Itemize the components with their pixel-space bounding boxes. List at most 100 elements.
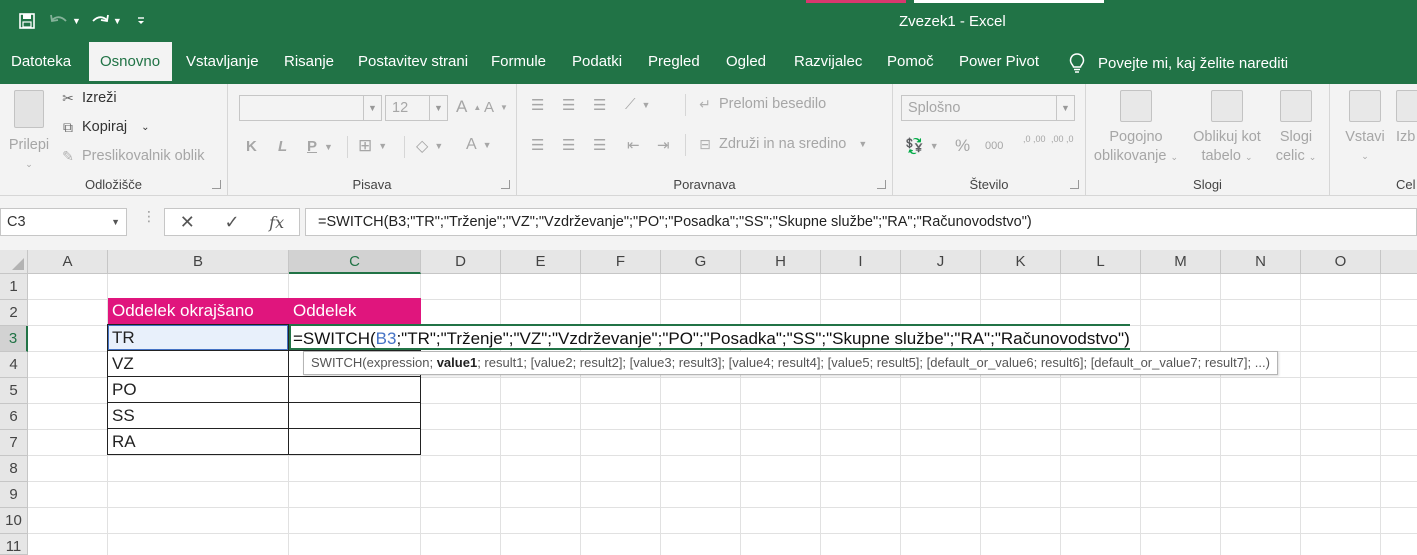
tab-postavitev-strani[interactable]: Postavitev strani (347, 42, 479, 84)
increase-indent-icon[interactable]: ⇥ (657, 136, 670, 154)
align-center-icon[interactable]: ☰ (562, 136, 575, 154)
cell-c3-editor[interactable]: =SWITCH(B3;"TR";"Trženje";"VZ";"Vzdrževa… (289, 324, 1130, 350)
cell-styles-button[interactable]: Slogi celic ⌄ (1268, 90, 1324, 167)
increase-decimal-button[interactable]: ,0 ,00 (1023, 135, 1047, 144)
percent-button[interactable]: % (955, 136, 970, 156)
format-as-table-label-1: Oblikuj kot (1193, 129, 1261, 145)
redo-dropdown-icon[interactable]: ▼ (113, 16, 122, 26)
decrease-decimal-button[interactable]: ,00 ,0 (1051, 135, 1075, 144)
column-header-a[interactable]: A (28, 250, 108, 274)
grow-font-icon[interactable]: A ▲ (456, 97, 481, 117)
cell-b2[interactable]: Oddelek okrajšano (108, 298, 289, 324)
scissors-icon: ✂ (62, 90, 74, 106)
align-middle-icon[interactable]: ☰ (562, 96, 575, 114)
column-header-l[interactable]: L (1061, 250, 1141, 274)
tab-pregled[interactable]: Pregled (637, 42, 711, 84)
delete-cells-button[interactable]: Izb (1396, 90, 1417, 147)
align-left-icon[interactable]: ☰ (531, 136, 544, 154)
bold-button[interactable]: K (246, 138, 257, 155)
column-header-h[interactable]: H (741, 250, 821, 274)
cell-b6[interactable]: SS (107, 402, 289, 429)
borders-icon[interactable]: ⊞ ▼ (358, 136, 387, 156)
tab-podatki[interactable]: Podatki (561, 42, 633, 84)
column-header-g[interactable]: G (661, 250, 741, 274)
select-all-button[interactable] (0, 250, 28, 274)
tab-pomoc[interactable]: Pomoč (876, 42, 945, 84)
tab-datoteka[interactable]: Datoteka (0, 42, 82, 84)
chevron-down-icon: ▼ (1056, 96, 1074, 120)
cut-button[interactable]: ✂ Izreži (60, 90, 117, 106)
shrink-font-icon[interactable]: A ▼ (484, 99, 508, 116)
align-bottom-icon[interactable]: ☰ (593, 96, 606, 114)
font-size-combo[interactable]: 12 ▼ (385, 95, 448, 121)
tab-formule[interactable]: Formule (480, 42, 557, 84)
cell-c7[interactable] (288, 428, 421, 455)
insert-function-icon[interactable]: fx (263, 213, 291, 232)
copy-dropdown-icon[interactable]: ⌄ (141, 122, 149, 133)
fill-color-icon[interactable]: ◇ ▼ (416, 136, 443, 156)
tab-power-pivot[interactable]: Power Pivot (948, 42, 1050, 84)
column-header-b[interactable]: B (108, 250, 289, 274)
clipboard-launcher-icon[interactable] (212, 180, 221, 189)
column-header-p-partial[interactable] (1381, 250, 1417, 274)
thousands-button[interactable]: 000 (985, 140, 1003, 152)
cell-b4[interactable]: VZ (107, 350, 289, 377)
format-as-table-icon (1211, 90, 1243, 122)
cancel-icon[interactable]: ✕ (173, 212, 201, 233)
align-right-icon[interactable]: ☰ (593, 136, 606, 154)
paste-button[interactable]: Prilepi ⌄ (6, 90, 52, 174)
font-name-combo[interactable]: ▼ (239, 95, 382, 121)
undo-icon[interactable] (46, 8, 72, 34)
tab-vstavljanje[interactable]: Vstavljanje (175, 42, 270, 84)
font-color-icon[interactable]: A ▼ (466, 136, 492, 154)
tab-razvijalec[interactable]: Razvijalec (783, 42, 873, 84)
italic-button[interactable]: L (278, 138, 287, 155)
alignment-launcher-icon[interactable] (877, 180, 886, 189)
column-header-o[interactable]: O (1301, 250, 1381, 274)
underline-button[interactable]: P (307, 138, 317, 155)
decrease-indent-icon[interactable]: ⇤ (627, 136, 640, 154)
enter-icon[interactable]: ✓ (218, 212, 246, 233)
copy-button[interactable]: ⧉ Kopiraj ⌄ (60, 119, 150, 135)
tell-me-search[interactable]: Povejte mi, kaj želite narediti (1068, 42, 1288, 84)
insert-cells-button[interactable]: Vstavi ⌄ (1340, 90, 1390, 166)
underline-dropdown-icon[interactable]: ▼ (324, 142, 333, 152)
wrap-text-button[interactable]: ↵ Prelomi besedilo (697, 96, 826, 112)
formula-bar-grip-icon[interactable]: ⋮ (142, 209, 156, 223)
formula-input[interactable]: =SWITCH(B3;"TR";"Trženje";"VZ";"Vzdrževa… (305, 208, 1417, 236)
column-header-e[interactable]: E (501, 250, 581, 274)
tab-ogled[interactable]: Ogled (715, 42, 777, 84)
function-signature-tooltip[interactable]: SWITCH(expression; value1; result1; [val… (303, 351, 1278, 375)
accounting-format-icon[interactable]: 💱 ▼ (905, 137, 939, 155)
orientation-icon[interactable]: ⟋ ▼ (625, 96, 650, 113)
column-header-k[interactable]: K (981, 250, 1061, 274)
name-box[interactable]: C3 ▼ (0, 208, 127, 236)
tab-osnovno[interactable]: Osnovno (89, 42, 172, 84)
column-header-d[interactable]: D (421, 250, 501, 274)
tab-risanje[interactable]: Risanje (273, 42, 345, 84)
customize-qat-icon[interactable] (128, 8, 154, 34)
align-top-icon[interactable]: ☰ (531, 96, 544, 114)
merge-center-button[interactable]: ⊟ Združi in na sredino ▼ (697, 136, 867, 152)
format-as-table-button[interactable]: Oblikuj kot tabelo ⌄ (1188, 90, 1266, 167)
number-launcher-icon[interactable] (1070, 180, 1079, 189)
cell-c2[interactable]: Oddelek (289, 298, 421, 324)
column-header-n[interactable]: N (1221, 250, 1301, 274)
format-painter-button[interactable]: ✎ Preslikovalnik oblik (60, 148, 204, 164)
save-icon[interactable] (14, 8, 40, 34)
conditional-formatting-button[interactable]: Pogojno oblikovanje ⌄ (1092, 90, 1180, 167)
cell-c5[interactable] (288, 376, 421, 403)
column-header-f[interactable]: F (581, 250, 661, 274)
column-header-c[interactable]: C (289, 250, 421, 274)
redo-icon[interactable] (87, 8, 113, 34)
cell-b5[interactable]: PO (107, 376, 289, 403)
font-launcher-icon[interactable] (501, 180, 510, 189)
undo-dropdown-icon[interactable]: ▼ (72, 16, 81, 26)
column-header-i[interactable]: I (821, 250, 901, 274)
cell-c6[interactable] (288, 402, 421, 429)
insert-cells-icon (1349, 90, 1381, 122)
cell-b7[interactable]: RA (107, 428, 289, 455)
column-header-j[interactable]: J (901, 250, 981, 274)
number-format-combo[interactable]: Splošno ▼ (901, 95, 1075, 121)
column-header-m[interactable]: M (1141, 250, 1221, 274)
